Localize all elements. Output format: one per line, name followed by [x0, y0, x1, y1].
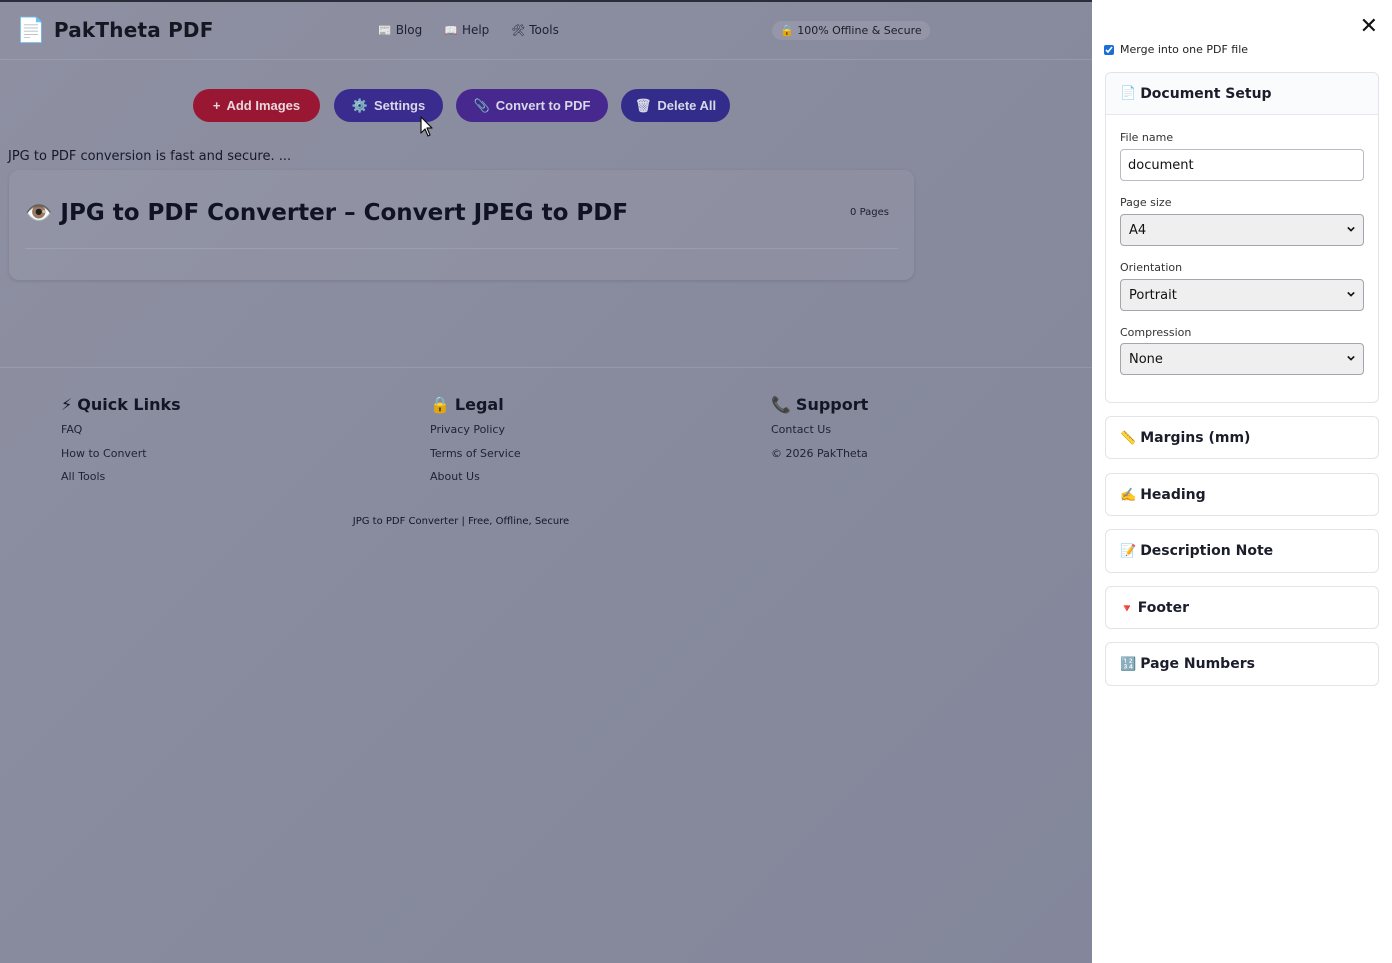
nav-blog[interactable]: 📰 Blog	[378, 23, 422, 37]
copyright-text: © 2026 PakTheta	[771, 446, 868, 460]
add-images-label: Add Images	[226, 98, 301, 113]
pages-count: 0 Pages	[850, 207, 889, 218]
footer-title: Footer	[1137, 600, 1190, 616]
compression-label: Compression	[1120, 326, 1192, 339]
footer-link-all-tools[interactable]: All Tools	[61, 465, 181, 489]
convert-to-pdf-button[interactable]: 📎 Convert to PDF	[456, 89, 608, 122]
page-size-label: Page size	[1120, 196, 1172, 209]
nav-help-label: Help	[461, 23, 490, 37]
delete-all-button[interactable]: 🗑 Delete All	[621, 89, 730, 122]
footer-link-about[interactable]: About Us	[430, 465, 521, 489]
phone-icon: 📞	[771, 395, 791, 414]
ruler-icon: 📏	[1120, 430, 1137, 446]
quick-links-title: Quick Links	[77, 395, 181, 414]
merge-label: Merge into one PDF file	[1120, 43, 1249, 56]
add-images-button[interactable]: + Add Images	[193, 89, 320, 122]
footer-header[interactable]: 🔻 Footer	[1106, 587, 1378, 629]
book-icon: 📖	[444, 23, 458, 37]
chevron-down-icon	[1347, 226, 1355, 232]
delete-label: Delete All	[657, 98, 717, 113]
plus-icon: +	[212, 98, 221, 113]
footer-support: 📞 Support Contact Us © 2026 PakTheta	[771, 395, 868, 465]
footer-link-how-to-convert[interactable]: How to Convert	[61, 442, 181, 466]
close-icon[interactable]: ✕	[1360, 16, 1378, 38]
page-size-value: A4	[1129, 222, 1147, 238]
settings-label: Settings	[373, 98, 426, 113]
document-setup-section: 📄 Document Setup File name document Page…	[1105, 72, 1379, 403]
document-icon: 📄	[1120, 86, 1137, 101]
chevron-down-icon	[1347, 291, 1355, 297]
margins-title: Margins (mm)	[1140, 430, 1251, 446]
page-title: 👁️ JPG to PDF Converter – Convert JPEG t…	[25, 200, 628, 226]
footer-quick-links: ⚡ Quick Links FAQ How to Convert All Tool…	[61, 395, 181, 489]
nav-blog-label: Blog	[395, 23, 423, 37]
legal-title: Legal	[454, 395, 504, 414]
chevron-down-icon	[1347, 355, 1355, 361]
triangle-down-icon: 🔻	[1120, 601, 1134, 615]
top-header: 📄 PakTheta PDF 📰 Blog 📖 Help 🛠 Tools 🔒 1…	[0, 2, 1092, 60]
document-setup-title: Document Setup	[1140, 85, 1272, 102]
heading-header[interactable]: ✍️ Heading	[1106, 474, 1378, 516]
tools-icon: 🛠	[511, 23, 526, 37]
orientation-select[interactable]: Portrait	[1120, 279, 1364, 311]
document-icon: 📄	[16, 16, 46, 44]
page-title-text: JPG to PDF Converter – Convert JPEG to P…	[60, 200, 629, 226]
brand[interactable]: 📄 PakTheta PDF	[16, 16, 214, 44]
margins-header[interactable]: 📏 Margins (mm)	[1106, 417, 1378, 459]
paperclip-icon: 📎	[473, 97, 490, 113]
page-numbers-section[interactable]: 🔢 Page Numbers	[1105, 642, 1379, 686]
trash-icon: 🗑	[634, 97, 652, 113]
footer-section[interactable]: 🔻 Footer	[1105, 586, 1379, 629]
main-nav: 📰 Blog 📖 Help 🛠 Tools	[378, 23, 581, 37]
footer-link-faq[interactable]: FAQ	[61, 418, 181, 442]
page-numbers-title: Page Numbers	[1140, 656, 1255, 672]
newspaper-icon: 📰	[378, 23, 392, 37]
quick-links-heading: ⚡ Quick Links	[61, 395, 181, 414]
memo-icon: 📝	[1120, 543, 1137, 559]
orientation-label: Orientation	[1120, 261, 1183, 274]
gear-icon: ⚙️	[351, 97, 368, 113]
settings-panel: ✕ Merge into one PDF file 📄 Document Set…	[1092, 0, 1392, 963]
convert-label: Convert to PDF	[495, 98, 591, 113]
margins-section[interactable]: 📏 Margins (mm)	[1105, 416, 1379, 459]
lock-icon: 🔒	[430, 395, 450, 414]
lightning-icon: ⚡	[61, 395, 73, 414]
file-name-label: File name	[1120, 131, 1174, 144]
footer-legal: 🔒 Legal Privacy Policy Terms of Service A…	[430, 395, 521, 489]
page-numbers-header[interactable]: 🔢 Page Numbers	[1106, 643, 1378, 685]
compression-value: None	[1129, 351, 1163, 367]
footer-link-terms[interactable]: Terms of Service	[430, 442, 521, 466]
support-title: Support	[795, 395, 869, 414]
description-note-header[interactable]: 📝 Description Note	[1106, 530, 1378, 572]
legal-heading: 🔒 Legal	[430, 395, 521, 414]
heading-title: Heading	[1140, 487, 1206, 503]
compression-select[interactable]: None	[1120, 343, 1364, 375]
brand-title: PakTheta PDF	[53, 18, 214, 42]
preview-card: 👁️ JPG to PDF Converter – Convert JPEG t…	[9, 170, 914, 280]
merge-option[interactable]: Merge into one PDF file	[1104, 43, 1248, 56]
support-heading: 📞 Support	[771, 395, 868, 414]
orientation-value: Portrait	[1129, 287, 1177, 303]
nav-help[interactable]: 📖 Help	[444, 23, 489, 37]
nav-tools[interactable]: 🛠 Tools	[511, 23, 559, 37]
intro-text: JPG to PDF conversion is fast and secure…	[8, 149, 292, 164]
secure-badge: 🔒 100% Offline & Secure	[772, 21, 930, 40]
writing-hand-icon: ✍️	[1120, 487, 1137, 503]
footer-divider	[0, 367, 1092, 368]
page-size-select[interactable]: A4	[1120, 214, 1364, 246]
eye-icon: 👁️	[25, 200, 53, 226]
merge-checkbox[interactable]	[1104, 44, 1114, 55]
footer-tagline: JPG to PDF Converter | Free, Offline, Se…	[352, 516, 570, 527]
heading-section[interactable]: ✍️ Heading	[1105, 473, 1379, 516]
nav-tools-label: Tools	[529, 23, 559, 37]
footer-link-contact[interactable]: Contact Us	[771, 418, 868, 442]
footer-link-privacy[interactable]: Privacy Policy	[430, 418, 521, 442]
card-divider	[25, 248, 898, 249]
description-note-title: Description Note	[1140, 543, 1274, 559]
document-setup-header[interactable]: 📄 Document Setup	[1106, 73, 1378, 115]
file-name-input[interactable]: document	[1120, 149, 1364, 181]
numbers-icon: 🔢	[1120, 656, 1137, 672]
description-note-section[interactable]: 📝 Description Note	[1105, 529, 1379, 573]
